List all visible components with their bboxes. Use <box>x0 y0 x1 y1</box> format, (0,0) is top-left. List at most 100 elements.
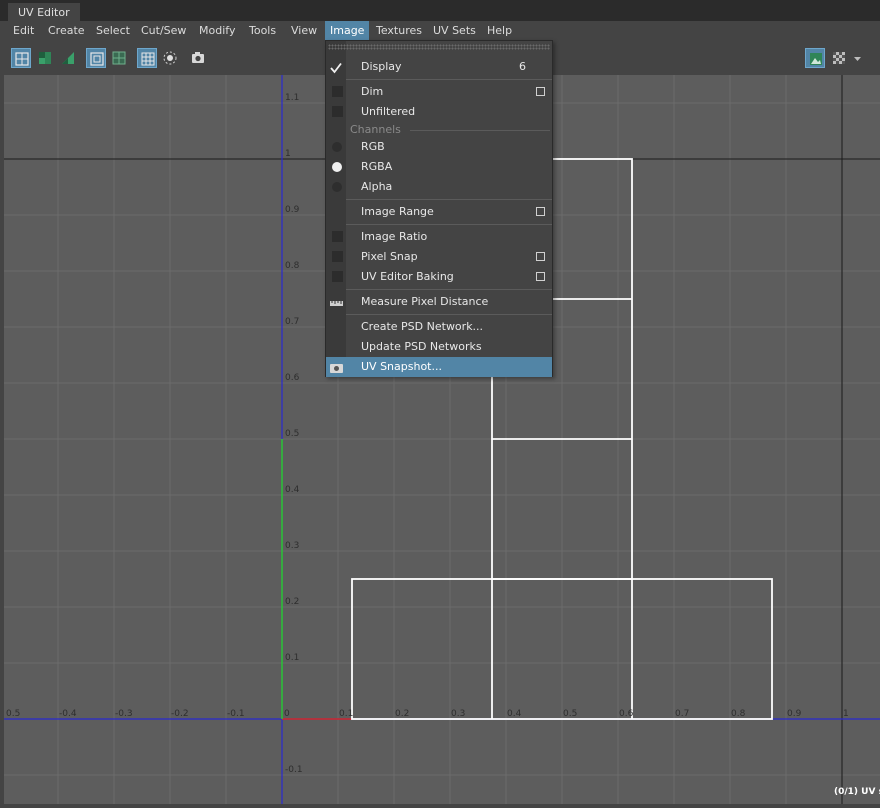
menu-item-rgb[interactable]: RGB <box>326 137 552 157</box>
y-tick-label: 0.8 <box>285 261 300 271</box>
image-menu-dropdown: Display 6 Dim Unfiltered Channels RGB RG… <box>325 40 553 377</box>
x-tick-label: 0.2 <box>395 709 410 719</box>
menu-item-label: Dim <box>361 85 384 98</box>
x-tick-label: -0.2 <box>171 709 189 719</box>
y-tick-label: 0.4 <box>285 485 300 495</box>
menu-item-label: Measure Pixel Distance <box>361 295 489 308</box>
checker-icon[interactable] <box>829 48 849 68</box>
menu-modify[interactable]: Modify <box>194 21 240 41</box>
menu-separator <box>346 314 552 315</box>
x-tick-label: 1 <box>843 709 849 719</box>
y-tick-label: -0.1 <box>285 765 303 775</box>
menu-separator <box>346 199 552 200</box>
x-tick-label: 0.7 <box>675 709 690 719</box>
window-title-tab[interactable]: UV Editor <box>8 3 80 21</box>
menu-item-label: Create PSD Network... <box>361 320 484 333</box>
dim-icon <box>332 86 343 97</box>
x-tick-label: 0.5 <box>563 709 578 719</box>
uv-shell-select-icon[interactable] <box>11 48 31 68</box>
menu-view[interactable]: View <box>286 21 322 41</box>
y-tick-label: 0.1 <box>285 653 300 663</box>
menu-item-unfiltered[interactable]: Unfiltered <box>326 102 552 122</box>
menu-tear-off-handle[interactable] <box>328 44 550 50</box>
menu-item-rgba[interactable]: RGBA <box>326 157 552 177</box>
texture-border-icon[interactable] <box>86 48 106 68</box>
menu-item-update-psd-networks[interactable]: Update PSD Networks <box>326 337 552 357</box>
menu-separator <box>346 289 552 290</box>
pivot-icon[interactable] <box>160 48 180 68</box>
option-box-icon[interactable] <box>536 207 545 216</box>
y-tick-label: 1.1 <box>285 93 300 103</box>
menu-item-image-ratio[interactable]: Image Ratio <box>326 227 552 247</box>
menu-edit[interactable]: Edit <box>8 21 39 41</box>
dropdown-arrow-icon[interactable] <box>851 48 863 68</box>
radio-selected-icon <box>332 162 342 172</box>
shaded-uv-icon[interactable] <box>109 48 129 68</box>
y-tick-label: 0.2 <box>285 597 300 607</box>
snapshot-camera-icon[interactable] <box>188 48 208 68</box>
check-icon <box>330 61 342 81</box>
x-tick-label: 0.9 <box>787 709 802 719</box>
menu-image[interactable]: Image <box>325 21 370 41</box>
menu-bar: Edit Create Select Cut/Sew Modify Tools … <box>0 21 880 41</box>
menu-item-create-psd-network[interactable]: Create PSD Network... <box>326 317 552 337</box>
menu-item-uv-editor-baking[interactable]: UV Editor Baking <box>326 267 552 287</box>
menu-tools[interactable]: Tools <box>244 21 281 41</box>
menu-item-label: RGB <box>361 140 385 153</box>
uv-edge-icon[interactable] <box>58 48 78 68</box>
display-value: 6 <box>519 60 526 73</box>
x-tick-label: -0.4 <box>59 709 77 719</box>
menu-item-measure-pixel-distance[interactable]: Measure Pixel Distance <box>326 292 552 312</box>
x-tick-label: 0 <box>284 709 290 719</box>
image-display-icon[interactable] <box>805 48 825 68</box>
menu-item-dim[interactable]: Dim <box>326 82 552 102</box>
menu-item-uv-snapshot[interactable]: UV Snapshot... <box>326 357 552 377</box>
menu-item-alpha[interactable]: Alpha <box>326 177 552 197</box>
option-box-icon[interactable] <box>536 252 545 261</box>
menu-item-label: Display <box>361 60 402 73</box>
menu-item-label: Image Ratio <box>361 230 428 243</box>
option-box-icon[interactable] <box>536 272 545 281</box>
y-tick-label: 0.6 <box>285 373 300 383</box>
x-tick-label: 0.5 <box>6 709 21 719</box>
menu-uv-sets[interactable]: UV Sets <box>428 21 481 41</box>
menu-item-label: Alpha <box>361 180 393 193</box>
uv-face-icon[interactable] <box>35 48 55 68</box>
x-tick-label: 0.6 <box>619 709 634 719</box>
camera-icon <box>330 361 343 381</box>
baking-icon <box>332 271 343 282</box>
image-ratio-icon <box>332 231 343 242</box>
uv-editor-window: UV Editor Edit Create Select Cut/Sew Mod… <box>0 0 880 808</box>
menu-item-image-range[interactable]: Image Range <box>326 202 552 222</box>
menu-item-label: UV Editor Baking <box>361 270 454 283</box>
y-tick-label: 0.9 <box>285 205 300 215</box>
menu-item-label: UV Snapshot... <box>361 360 442 373</box>
menu-item-label: RGBA <box>361 160 393 173</box>
x-tick-label: 0.1 <box>339 709 354 719</box>
y-tick-label: 0.7 <box>285 317 300 327</box>
radio-icon <box>332 182 342 192</box>
menu-separator <box>346 224 552 225</box>
x-tick-label: 0.8 <box>731 709 746 719</box>
menu-item-display[interactable]: Display 6 <box>326 57 552 77</box>
y-tick-label: 0.5 <box>285 429 300 439</box>
y-tick-label: 1 <box>285 149 291 159</box>
channels-section-header: Channels <box>350 123 401 136</box>
x-tick-label: 0.3 <box>451 709 466 719</box>
menu-cut-sew[interactable]: Cut/Sew <box>136 21 191 41</box>
pixel-snap-icon <box>332 251 343 262</box>
menu-item-label: Pixel Snap <box>361 250 418 263</box>
x-tick-label: -0.3 <box>115 709 133 719</box>
menu-textures[interactable]: Textures <box>371 21 427 41</box>
x-tick-label: 0.4 <box>507 709 522 719</box>
menu-help[interactable]: Help <box>482 21 517 41</box>
grid-icon[interactable] <box>137 48 157 68</box>
x-tick-label: -0.1 <box>227 709 245 719</box>
menu-select[interactable]: Select <box>91 21 135 41</box>
option-box-icon[interactable] <box>536 87 545 96</box>
menu-item-pixel-snap[interactable]: Pixel Snap <box>326 247 552 267</box>
title-bar: UV Editor <box>0 0 880 21</box>
status-readout: (0/1) UV s <box>834 787 880 797</box>
menu-create[interactable]: Create <box>43 21 90 41</box>
y-tick-label: 0.3 <box>285 541 300 551</box>
